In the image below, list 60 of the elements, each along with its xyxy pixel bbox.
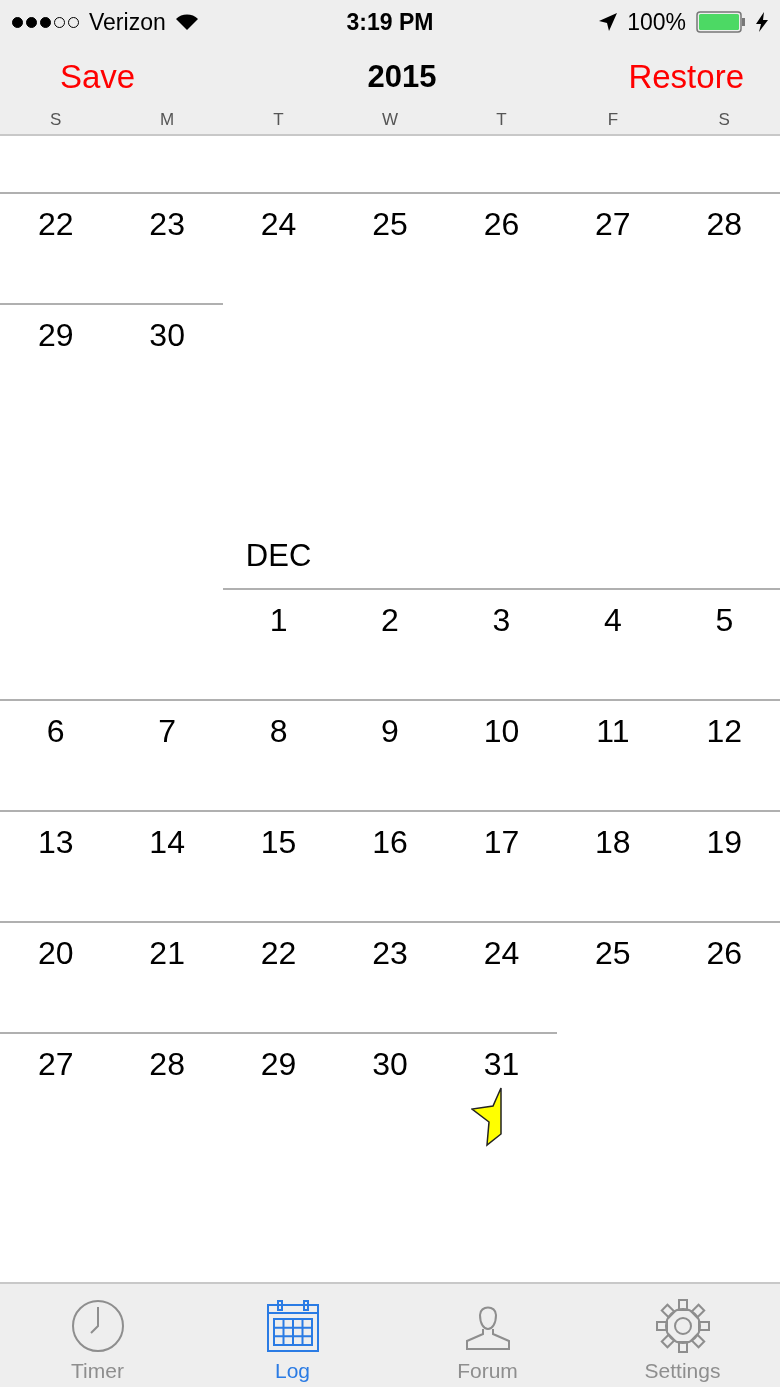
day-number[interactable]: 30: [372, 1046, 408, 1083]
weekday-label: S: [50, 110, 62, 130]
day-number[interactable]: 18: [595, 824, 631, 861]
day-number[interactable]: 25: [372, 206, 408, 243]
day-number[interactable]: 7: [158, 713, 177, 750]
day-number[interactable]: 20: [37, 935, 74, 972]
day-number[interactable]: 8: [269, 713, 288, 750]
day-number[interactable]: 28: [149, 1046, 185, 1083]
tab-bar-item[interactable]: Log: [195, 1284, 390, 1387]
day-number[interactable]: 3: [492, 602, 511, 639]
day-number[interactable]: 21: [149, 935, 185, 972]
day-number[interactable]: 15: [260, 824, 297, 861]
weekday-label: M: [160, 110, 175, 130]
day-number[interactable]: 6: [46, 713, 65, 750]
day-number[interactable]: 29: [260, 1046, 297, 1083]
day-number[interactable]: 30: [149, 317, 185, 354]
day-number[interactable]: 9: [381, 713, 399, 750]
year-title: 2015: [367, 59, 437, 95]
day-number[interactable]: 25: [595, 935, 631, 972]
day-number[interactable]: 1: [269, 602, 288, 639]
month-label: DEC: [245, 538, 312, 575]
status-time: 3:19 PM: [346, 8, 434, 36]
day-number[interactable]: 29: [37, 317, 74, 354]
battery-icon: [696, 11, 746, 33]
day-number[interactable]: 5: [715, 602, 734, 639]
day-number[interactable]: 11: [596, 713, 630, 750]
weekday-label: F: [607, 110, 619, 130]
weekday-label: T: [496, 110, 507, 130]
charging-bolt-icon: [756, 12, 768, 32]
day-number[interactable]: 28: [706, 206, 743, 243]
day-number[interactable]: 2: [381, 602, 399, 639]
weekday-label: S: [718, 110, 730, 130]
day-number[interactable]: 14: [149, 824, 185, 861]
day-number[interactable]: 23: [372, 935, 408, 972]
day-number[interactable]: 24: [260, 206, 297, 243]
day-number[interactable]: 22: [37, 206, 74, 243]
day-number[interactable]: 24: [483, 935, 520, 972]
carrier-name: Verizon: [89, 8, 166, 36]
day-number[interactable]: 19: [706, 824, 743, 861]
day-number[interactable]: 27: [37, 1046, 74, 1083]
day-number[interactable]: 4: [603, 602, 622, 639]
calendar-icon: [265, 1299, 320, 1353]
day-number[interactable]: 17: [483, 824, 520, 861]
day-number[interactable]: 22: [260, 935, 297, 972]
settings-icon: [655, 1299, 710, 1353]
wifi-icon: [175, 14, 198, 30]
day-number[interactable]: 26: [706, 935, 743, 972]
day-number[interactable]: 16: [372, 824, 408, 861]
day-number[interactable]: 27: [595, 206, 631, 243]
battery-percent: 100%: [627, 8, 686, 36]
weekday-label: W: [381, 110, 398, 130]
clock-icon: [70, 1299, 125, 1353]
location-arrow-icon: [599, 13, 618, 31]
day-number[interactable]: 13: [37, 824, 74, 861]
day-number[interactable]: 26: [483, 206, 520, 243]
weekday-label: T: [273, 110, 284, 130]
day-number[interactable]: 12: [706, 713, 743, 750]
day-number[interactable]: 31: [483, 1046, 520, 1083]
day-number[interactable]: 23: [149, 206, 185, 243]
day-number[interactable]: 10: [483, 713, 520, 750]
